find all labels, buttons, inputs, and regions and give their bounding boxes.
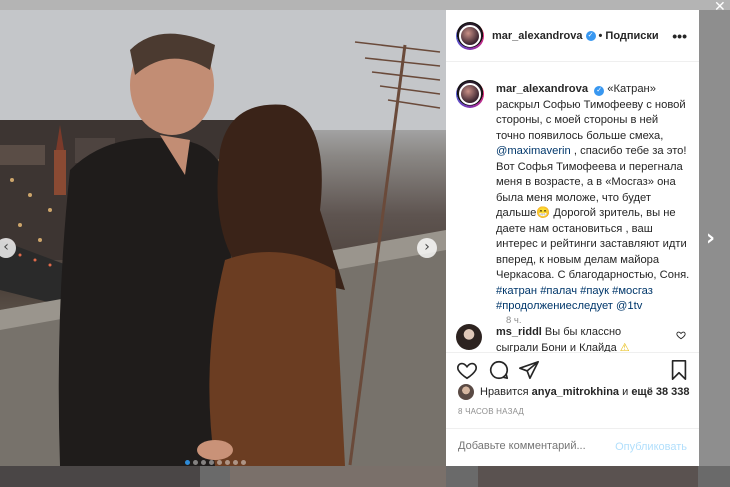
post-sidebar: mar_alexandrova ✓ • Подписки ••• mar_ale… <box>446 10 699 466</box>
bookmark-icon[interactable] <box>668 359 690 381</box>
verified-badge-icon: ✓ <box>594 86 605 96</box>
carousel-dot <box>241 460 246 465</box>
backdrop-top <box>0 0 730 10</box>
comment-text: ms_riddl Вы бы классно сыграли Бони и Кл… <box>496 324 666 352</box>
caption-text: mar_alexandrova ✓ «Катран» раскрыл Софью… <box>496 82 696 315</box>
photo-illustration <box>0 10 446 466</box>
photo-next-button[interactable]: › <box>417 238 437 258</box>
heart-icon[interactable] <box>456 359 478 381</box>
caption-username[interactable]: mar_alexandrova <box>496 83 588 95</box>
caption-line: Черкасова. С благодарностью, Соня. <box>496 269 690 281</box>
carousel-dot <box>217 460 222 465</box>
commenter-avatar[interactable] <box>456 324 482 350</box>
comment-input[interactable] <box>458 440 608 452</box>
caption-avatar[interactable] <box>456 80 484 108</box>
carousel-dot <box>185 460 190 465</box>
likes-prefix: Нравится <box>480 386 529 398</box>
likes-summary: Нравится anya_mitrokhina и ещё 38 338 <box>458 384 690 400</box>
hashtag-links[interactable]: #катран #палач #паук #мосгаз <box>496 285 653 297</box>
comment-icon[interactable] <box>488 359 510 381</box>
caption-line: даете нам остановиться , ваш <box>496 222 653 235</box>
caption-line: , спасибо тебе за это! <box>570 145 687 157</box>
caption-line: была меня моложе, что будет <box>496 191 651 204</box>
carousel-indicator <box>185 460 246 465</box>
post-header: mar_alexandrova ✓ • Подписки ••• <box>446 10 699 62</box>
more-options-icon[interactable]: ••• <box>672 28 687 44</box>
close-icon[interactable]: ✕ <box>714 0 726 15</box>
likes-and: и <box>622 386 629 398</box>
liker-avatar[interactable] <box>458 384 474 400</box>
mention-link[interactable]: @maximaverin <box>496 145 571 157</box>
liker-username[interactable]: anya_mitrokhina <box>532 386 619 398</box>
post-timestamp[interactable]: 8 ЧАСОВ НАЗАД <box>458 407 524 416</box>
caption-line: Вот Софья Тимофеева и перегнала <box>496 160 683 173</box>
following-button[interactable]: • Подписки <box>599 30 659 42</box>
next-post-arrow[interactable]: › <box>706 226 715 251</box>
caption-line: стороны, с моей стороны в ней <box>496 114 659 126</box>
caption-line: «Катран» <box>607 83 656 95</box>
caption-line: интерес и рейтинги заставляют идти <box>496 238 687 250</box>
author-username[interactable]: mar_alexandrova <box>492 30 583 42</box>
caption-line: меня в возрасте, а в «Мосгаз» она <box>496 176 676 188</box>
hashtag-link[interactable]: #продолжениеследует <box>496 300 613 312</box>
carousel-dot <box>193 460 198 465</box>
comment-emoji: ⚠ <box>619 342 630 352</box>
add-comment-bar: Опубликовать <box>446 428 699 466</box>
mention-link[interactable]: @1tv <box>616 300 642 312</box>
action-bar <box>446 352 699 386</box>
comments-section: mar_alexandrova ✓ «Катран» раскрыл Софью… <box>446 62 699 352</box>
publish-button[interactable]: Опубликовать <box>615 441 687 453</box>
commenter-username[interactable]: ms_riddl <box>496 326 542 338</box>
caption-line: вперед, к новым делам майора <box>496 253 660 266</box>
following-label: Подписки <box>605 29 659 42</box>
author-avatar[interactable] <box>456 21 484 50</box>
carousel-dot <box>201 460 206 465</box>
caption-line: точно появилось больше смеха, <box>496 129 664 142</box>
carousel-dot <box>209 460 214 465</box>
background-thumbnail <box>478 466 698 487</box>
comment-like-icon[interactable] <box>676 330 686 340</box>
post-photo[interactable]: ‹ › <box>0 10 446 466</box>
caption-line: раскрыл Софью Тимофееву с новой <box>496 98 686 111</box>
verified-badge-icon: ✓ <box>585 30 596 41</box>
background-thumbnail <box>0 466 200 487</box>
likes-count-button[interactable]: ещё 38 338 <box>631 386 689 398</box>
caption-line: дальше😁 Дорогой зритель, вы не <box>496 207 676 219</box>
background-thumbnail <box>230 466 446 487</box>
carousel-dot <box>225 460 230 465</box>
carousel-dot <box>233 460 238 465</box>
share-icon[interactable] <box>518 359 540 381</box>
